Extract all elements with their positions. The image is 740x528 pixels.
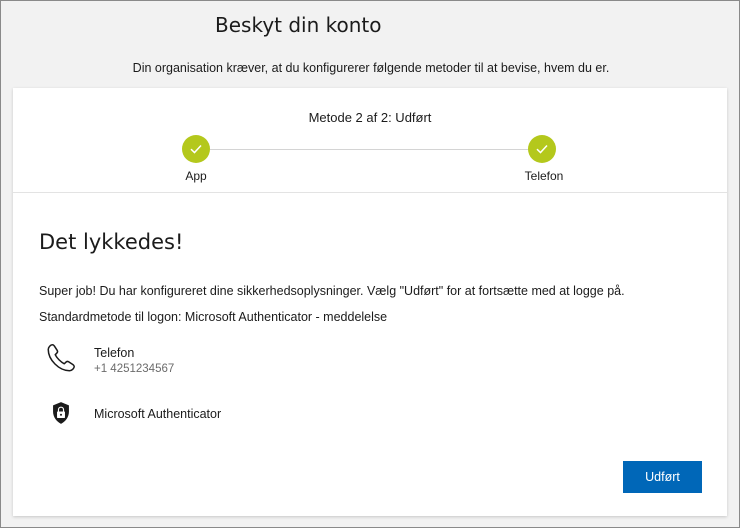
method-phone-name: Telefon — [94, 346, 135, 360]
method-phone-number: +1 4251234567 — [94, 363, 175, 375]
checkmark-icon — [536, 144, 548, 154]
step-connector-line — [210, 149, 529, 150]
step-phone-complete — [528, 135, 556, 163]
phone-icon — [43, 340, 79, 376]
success-heading: Det lykkedes! — [39, 230, 184, 254]
progress-status: Metode 2 af 2: Udført — [308, 110, 432, 125]
method-authenticator-name: Microsoft Authenticator — [94, 407, 222, 421]
page-subtitle: Din organisation kræver, at du konfigure… — [132, 61, 610, 75]
page-title: Beskyt din konto — [215, 13, 382, 37]
success-message: Super job! Du har konfigureret dine sikk… — [39, 284, 625, 298]
checkmark-icon — [190, 144, 202, 154]
page: { "page": { "title": "Beskyt din konto",… — [0, 0, 740, 528]
done-button[interactable]: Udført — [623, 461, 702, 493]
authenticator-lock-icon — [43, 395, 79, 431]
step-app-complete — [182, 135, 210, 163]
default-method-text: Standardmetode til logon: Microsoft Auth… — [39, 310, 388, 324]
step-app-label: App — [185, 169, 207, 183]
setup-card: Metode 2 af 2: Udført App Telefon Det ly… — [13, 88, 727, 516]
progress-header: Metode 2 af 2: Udført App Telefon — [13, 88, 727, 193]
step-phone-label: Telefon — [524, 169, 564, 183]
